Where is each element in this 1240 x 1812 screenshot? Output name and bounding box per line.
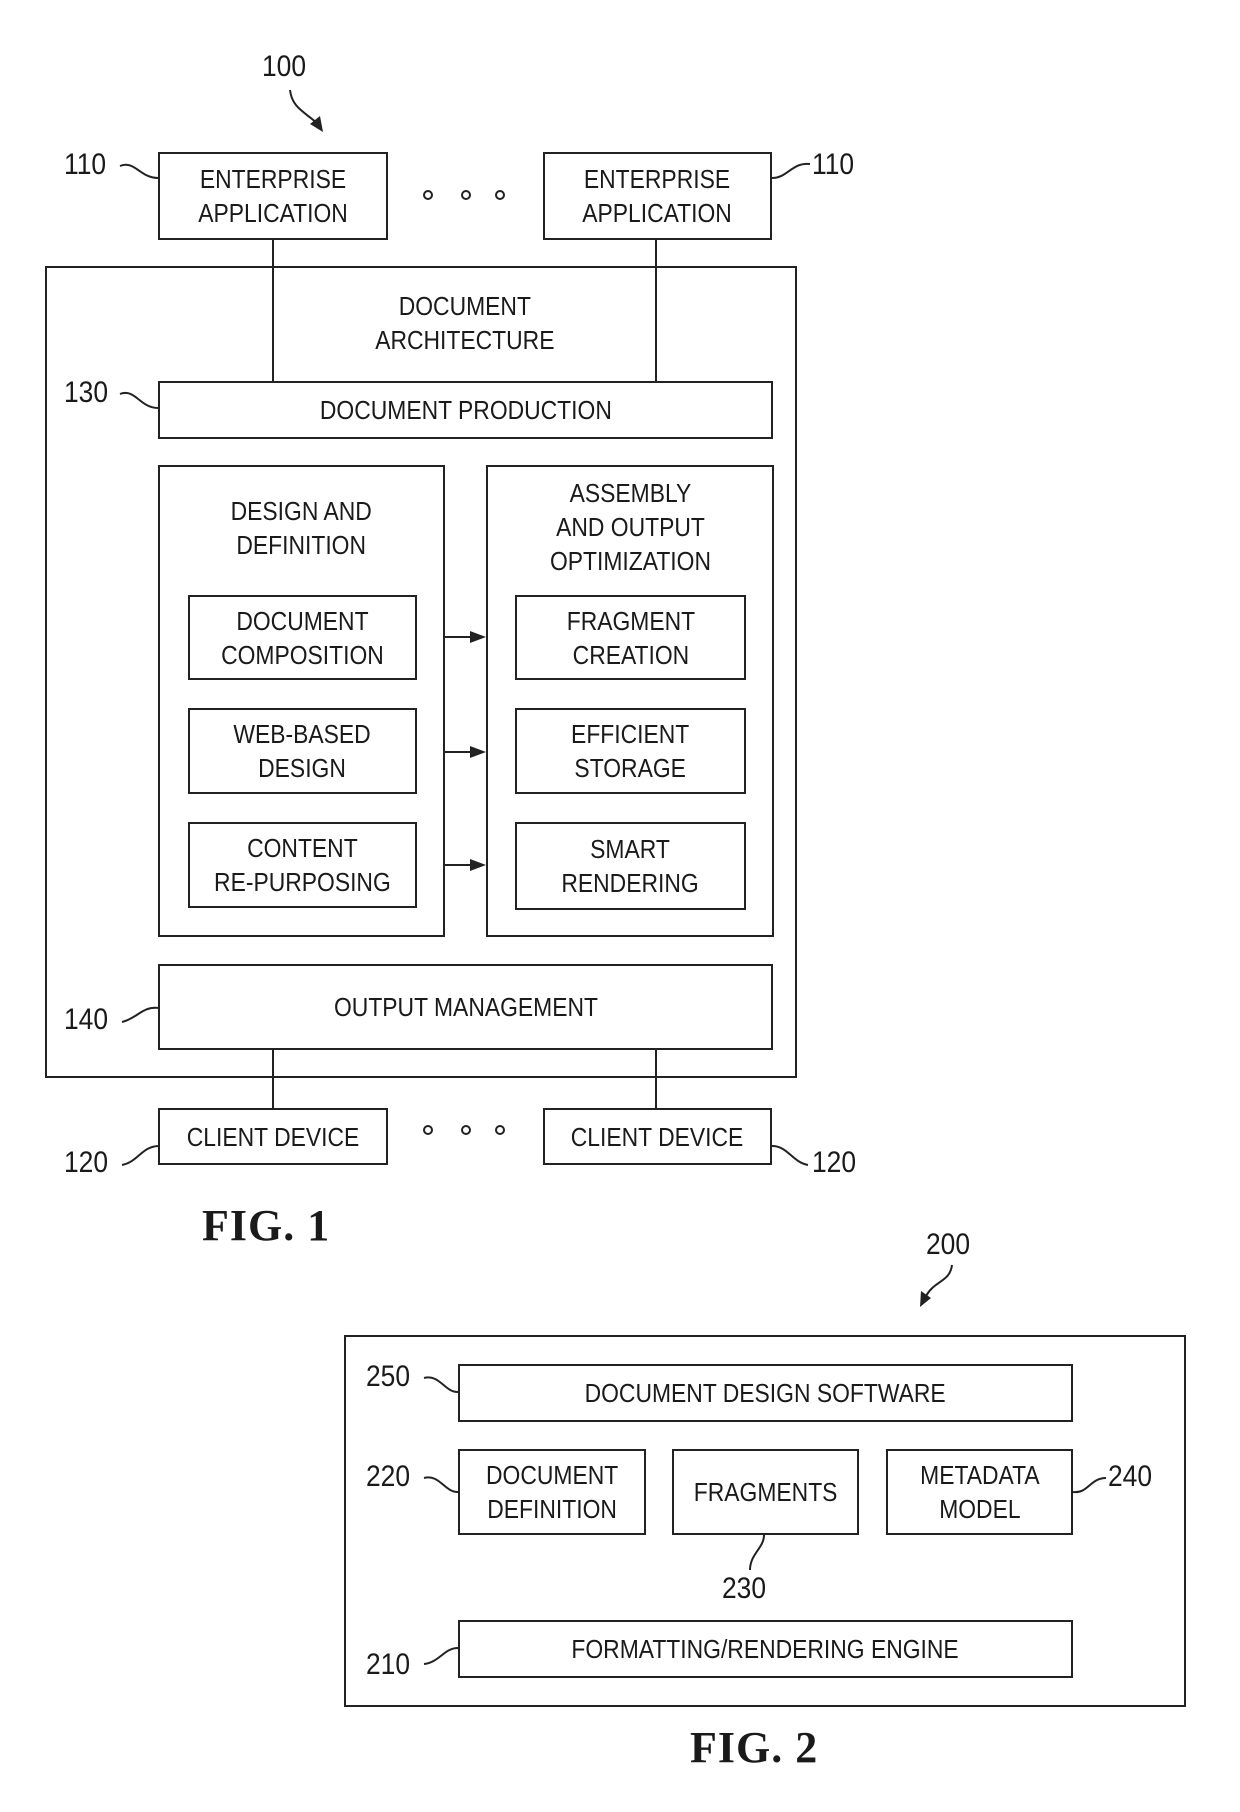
fragment-creation-label: FRAGMENT CREATION [566, 605, 695, 670]
enterprise-application-label: ENTERPRISE APPLICATION [198, 164, 348, 228]
figure-1-caption: FIG. 1 [202, 1201, 331, 1250]
leader-120-left [121, 1145, 160, 1166]
enterprise-application-label: ENTERPRISE APPLICATION [582, 164, 733, 228]
ref-200-arrowhead [920, 1291, 931, 1307]
ref-220: 220 [366, 1460, 411, 1493]
ref-200: 200 [926, 1228, 971, 1261]
design-definition-title: DESIGN AND DEFINITION [230, 496, 373, 560]
smart-rendering-label: SMART RENDERING [561, 834, 700, 898]
document-production-label: DOCUMENT PRODUCTION [319, 395, 612, 425]
ref-100: 100 [262, 50, 307, 83]
client-device-label: CLIENT DEVICE [571, 1121, 744, 1152]
ref-110-left: 110 [64, 148, 107, 181]
client-device-label: CLIENT DEVICE [186, 1121, 360, 1152]
ellipsis-dot [423, 1125, 433, 1135]
output-management-label: OUTPUT MANAGEMENT [333, 992, 598, 1022]
ellipsis-dot [461, 190, 471, 200]
assembly-output-title: ASSEMBLY AND OUTPUT OPTIMIZATION [549, 478, 711, 576]
ref-240: 240 [1108, 1460, 1153, 1493]
ref-100-arrow [289, 89, 319, 125]
ref-230: 230 [722, 1572, 767, 1605]
ref-140: 140 [64, 1003, 109, 1036]
ref-200-arrow [925, 1264, 953, 1297]
document-design-software-label: DOCUMENT DESIGN SOFTWARE [584, 1378, 947, 1408]
leader-110-right [771, 162, 811, 179]
ellipsis-dot [423, 190, 433, 200]
ellipsis-dot [495, 190, 505, 200]
leader-110-left [119, 163, 159, 179]
document-definition-label: DOCUMENT DEFINITION [485, 1460, 619, 1524]
ref-210: 210 [366, 1648, 411, 1681]
content-repurposing-label: CONTENT RE-PURPOSING [214, 833, 391, 897]
fragments-label: FRAGMENTS [693, 1477, 838, 1507]
efficient-storage-label: EFFICIENT STORAGE [571, 719, 690, 783]
ref-120-right: 120 [812, 1146, 857, 1179]
document-composition-label: DOCUMENT COMPOSITION [221, 605, 384, 670]
figure-2-caption: FIG. 2 [690, 1723, 819, 1772]
ref-110-right: 110 [812, 148, 855, 181]
leader-120-right [771, 1145, 809, 1166]
metadata-model-label: METADATA MODEL [919, 1460, 1040, 1524]
document-architecture-label: DOCUMENT ARCHITECTURE [375, 291, 555, 355]
patent-drawing-sheet: 100 110 ENTERPRISE APPLICATION ENTERPRIS… [0, 0, 1240, 1812]
ref-250: 250 [366, 1360, 411, 1393]
ref-130: 130 [64, 376, 109, 409]
web-based-design-label: WEB-BASED DESIGN [233, 719, 372, 783]
ellipsis-dot [495, 1125, 505, 1135]
ellipsis-dot [461, 1125, 471, 1135]
formatting-rendering-engine-label: FORMATTING/RENDERING ENGINE [571, 1634, 960, 1664]
ref-120-left: 120 [64, 1146, 109, 1179]
